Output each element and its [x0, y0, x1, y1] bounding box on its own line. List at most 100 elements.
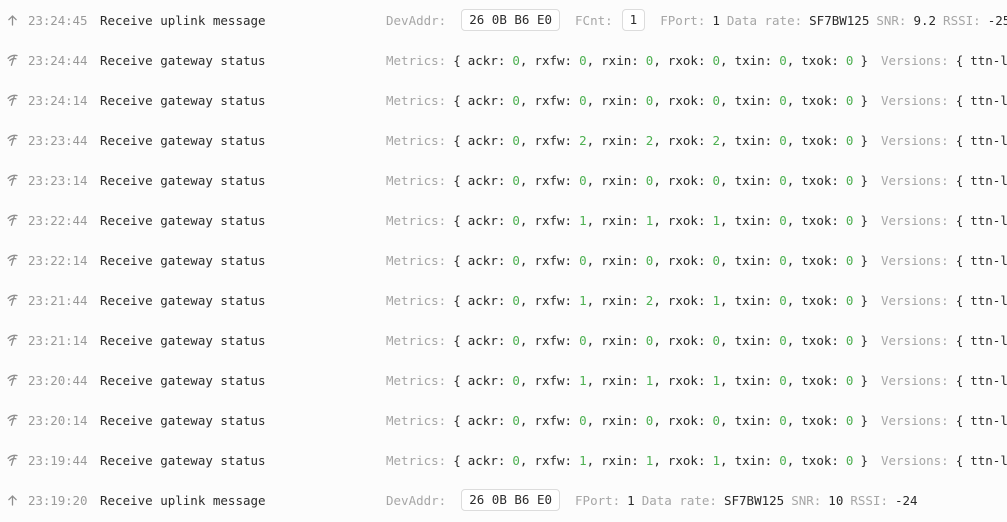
metric-txin-value: 0: [779, 292, 787, 308]
metrics-comma: ,: [786, 252, 795, 268]
metric-ackr-label: ackr:: [467, 252, 506, 268]
metric-rxin-value: 0: [645, 52, 654, 68]
metric-txin-label: txin:: [734, 132, 773, 148]
metric-txin-value: 0: [779, 212, 787, 228]
metric-txok-label: txok:: [801, 372, 839, 388]
metrics-comma: ,: [720, 172, 728, 188]
versions-value: ttn-lw-ga: [970, 212, 1007, 228]
metrics-comma: ,: [586, 92, 595, 108]
event-time: 23:24:14: [28, 92, 88, 108]
event-row[interactable]: 23:21:14 Receive gateway status Metrics: {a…: [0, 320, 1007, 360]
fport-label: FPort:: [575, 492, 621, 508]
metrics-brace-open: {: [453, 252, 461, 268]
versions-value: ttn-lw-ga: [970, 92, 1007, 108]
event-row[interactable]: 23:19:44 Receive gateway status Metrics: {a…: [0, 440, 1007, 480]
metrics-group: Metrics: {ackr: 0, rxfw: 0, rxin: 0, rxok: 0, txi…: [386, 173, 868, 188]
event-detail: DevAddr: 26 0B B6 E0 FCnt: 1 FPort: 1 Data rat…: [386, 9, 1007, 31]
event-detail: Metrics: {ackr: 0, rxfw: 2, rxin: 2, rxok: 2, txi…: [386, 133, 1007, 148]
versions-value: ttn-lw-ga: [970, 172, 1007, 188]
metrics-comma: ,: [586, 292, 595, 308]
metrics-comma: ,: [653, 212, 661, 228]
versions-group: Versions: {ttn-lw-ga: [881, 133, 1007, 148]
metric-rxok-value: 1: [712, 452, 721, 468]
devaddr-chip: 26 0B B6 E0: [461, 489, 561, 511]
metric-txin-label: txin:: [734, 292, 773, 308]
metric-txok-label: txok:: [801, 132, 839, 148]
metrics-comma: ,: [519, 92, 528, 108]
metrics-comma: ,: [786, 172, 795, 188]
metrics-comma: ,: [519, 372, 528, 388]
arrow-up-icon: [6, 14, 28, 27]
metrics-comma: ,: [653, 172, 661, 188]
metric-rxok-value: 1: [712, 372, 721, 388]
metrics-brace-close: }: [860, 332, 868, 348]
metric-txin-value: 0: [779, 252, 787, 268]
metrics-comma: ,: [720, 52, 728, 68]
metric-txin-value: 0: [779, 412, 787, 428]
event-description: Receive gateway status: [100, 252, 266, 268]
event-detail: Metrics: {ackr: 0, rxfw: 1, rxin: 1, rxok: 1, txi…: [386, 453, 1007, 468]
metric-txok-label: txok:: [801, 452, 839, 468]
metrics-comma: ,: [586, 212, 595, 228]
event-log-list[interactable]: 23:24:45 Receive uplink message DevAddr: 26…: [0, 0, 1007, 522]
versions-group: Versions: {ttn-lw-ga: [881, 373, 1007, 388]
metrics-comma: ,: [720, 332, 728, 348]
metric-rxfw-value: 0: [579, 412, 587, 428]
metrics-comma: ,: [586, 372, 595, 388]
event-row[interactable]: 23:20:44 Receive gateway status Metrics: {a…: [0, 360, 1007, 400]
snr-value: 10: [828, 492, 844, 508]
metric-rxin-value: 1: [645, 212, 654, 228]
metrics-brace-close: }: [860, 132, 868, 148]
metric-rxfw-value: 1: [579, 372, 587, 388]
metrics-brace-close: }: [860, 292, 868, 308]
metrics-comma: ,: [786, 52, 795, 68]
event-detail: Metrics: {ackr: 0, rxfw: 1, rxin: 1, rxok: 1, txi…: [386, 373, 1007, 388]
metric-rxok-value: 1: [712, 292, 721, 308]
versions-brace-open: {: [955, 252, 964, 268]
event-row[interactable]: 23:22:44 Receive gateway status Metrics: {a…: [0, 200, 1007, 240]
versions-label: Versions:: [880, 252, 949, 268]
event-row[interactable]: 23:24:44 Receive gateway status Metrics: {a…: [0, 40, 1007, 80]
metrics-comma: ,: [519, 172, 528, 188]
event-row[interactable]: 23:19:20 Receive uplink message DevAddr: 26…: [0, 480, 1007, 520]
metric-ackr-label: ackr:: [467, 372, 506, 388]
metric-rxok-label: rxok:: [667, 212, 706, 228]
metrics-comma: ,: [519, 292, 528, 308]
event-detail: Metrics: {ackr: 0, rxfw: 0, rxin: 0, rxok: 0, txi…: [386, 53, 1007, 68]
metric-rxfw-label: rxfw:: [534, 452, 573, 468]
versions-brace-open: {: [955, 292, 964, 308]
event-row[interactable]: 23:21:44 Receive gateway status Metrics: {a…: [0, 280, 1007, 320]
metric-rxfw-label: rxfw:: [534, 92, 573, 108]
gateway-antenna-icon: [6, 173, 28, 187]
metric-rxin-label: rxin:: [601, 412, 639, 428]
event-row[interactable]: 23:22:14 Receive gateway status Metrics: {a…: [0, 240, 1007, 280]
metrics-group: Metrics: {ackr: 0, rxfw: 0, rxin: 0, rxok: 0, txi…: [386, 93, 868, 108]
metric-rxin-label: rxin:: [601, 172, 639, 188]
event-row[interactable]: 23:24:45 Receive uplink message DevAddr: 26…: [0, 0, 1007, 40]
metric-rxin-value: 0: [645, 412, 654, 428]
metric-rxin-label: rxin:: [601, 92, 639, 108]
versions-group: Versions: {ttn-lw-ga: [881, 293, 1007, 308]
event-row[interactable]: 23:23:44 Receive gateway status Metrics: {a…: [0, 120, 1007, 160]
metrics-brace-open: {: [453, 292, 461, 308]
metric-txok-label: txok:: [801, 172, 839, 188]
metrics-brace-open: {: [453, 212, 461, 228]
versions-value: ttn-lw-ga: [970, 332, 1007, 348]
event-description: Receive gateway status: [100, 172, 266, 188]
rssi-value: -24: [895, 492, 918, 508]
metrics-comma: ,: [653, 332, 661, 348]
versions-value: ttn-lw-ga: [970, 52, 1007, 68]
gateway-antenna-icon: [6, 293, 28, 307]
event-description: Receive gateway status: [100, 332, 266, 348]
metric-ackr-value: 0: [512, 92, 520, 108]
event-row[interactable]: 23:20:14 Receive gateway status Metrics: {a…: [0, 400, 1007, 440]
metrics-comma: ,: [586, 452, 595, 468]
metric-rxfw-label: rxfw:: [534, 412, 573, 428]
event-row[interactable]: 23:24:14 Receive gateway status Metrics: {a…: [0, 80, 1007, 120]
gateway-antenna-icon: [6, 93, 28, 107]
metrics-comma: ,: [786, 452, 795, 468]
gateway-antenna-icon: [6, 333, 28, 347]
event-row[interactable]: 23:23:14 Receive gateway status Metrics: {a…: [0, 160, 1007, 200]
metric-rxok-value: 0: [712, 252, 721, 268]
metrics-brace-open: {: [453, 452, 461, 468]
